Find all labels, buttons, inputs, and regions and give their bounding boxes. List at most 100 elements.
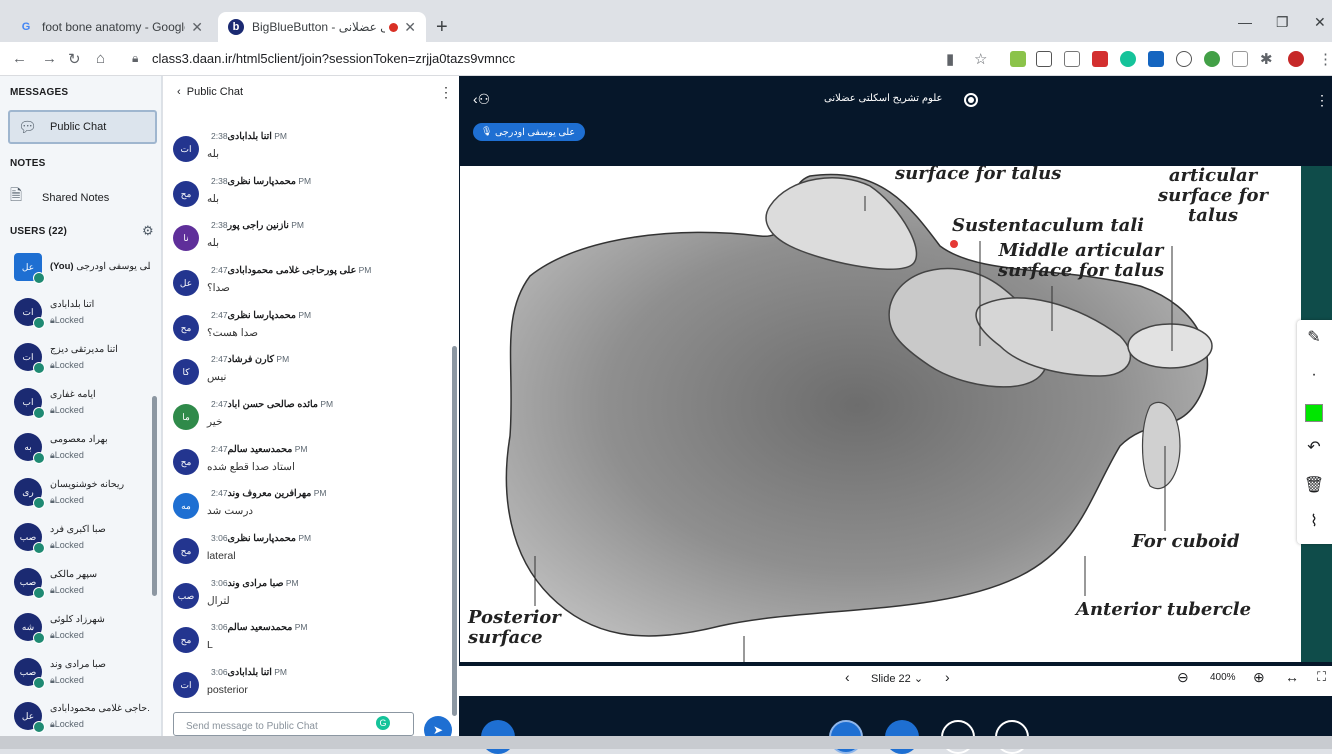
zoom-out-icon[interactable]: ⊖ [1177,669,1189,686]
slide-canvas[interactable]: surface for talus articular surface for … [460,166,1301,662]
pencil-icon[interactable]: ✎ [1303,326,1325,348]
message-sender: محمدپارسا نظری3:06 PM [211,533,312,544]
chat-icon: 💬︎ [18,119,38,136]
user-name: بهراد معصومی [50,434,108,445]
close-window-icon[interactable]: ✕ [1314,14,1326,31]
browser-menu-icon[interactable]: ⋮ [1318,50,1332,68]
notes-heading: NOTES [10,158,46,169]
zoom-level: 400% [1210,672,1236,683]
avatar: صب [14,658,45,689]
calcaneus-bone-illustration [505,173,1213,662]
chat-scrollbar[interactable] [452,346,457,716]
profile-avatar[interactable] [1288,51,1304,67]
user-name: سپهر مالکی [50,569,98,580]
tab-google-search[interactable]: G foot bone anatomy - Google Search ✕ [8,12,213,42]
locked-status: 🔒︎Locked [50,540,84,550]
message-sender: محمدپارسا نظری2:38 PM [211,176,312,187]
grammarly-icon[interactable]: G [376,716,390,730]
chat-options-icon[interactable]: ⋮ [439,84,453,101]
extension-icon[interactable] [1232,51,1248,67]
message-text: استاد صدا قطع شده [207,461,295,473]
extension-icon[interactable] [1204,51,1220,67]
close-tab-icon[interactable]: ✕ [191,19,203,36]
user-list-item[interactable]: صب صبا مرادی وند 🔒︎Locked [14,656,154,692]
chat-message: مح محمدسعید سالم2:47 PM استاد صدا قطع شد… [173,444,443,493]
puzzle-icon[interactable]: ✱ [1260,50,1273,68]
thickness-dot-icon[interactable]: · [1303,364,1325,386]
lock-icon: 🔒︎ [132,51,139,65]
user-list-item[interactable]: صب سپهر مالکی 🔒︎Locked [14,566,154,602]
user-list-item[interactable]: اب ایامه غفاری 🔒︎Locked [14,386,154,422]
chat-message: ات اتنا بلدابادی3:06 PM posterior [173,667,443,716]
fullscreen-icon[interactable]: ⛶ [1317,669,1326,685]
minimize-icon[interactable]: — [1238,14,1252,30]
avatar: مح [173,627,199,653]
extension-icon[interactable] [1036,51,1052,67]
record-icon[interactable] [964,93,978,107]
extension-icon[interactable] [1176,51,1192,67]
undo-icon[interactable]: ↶ [1303,436,1325,458]
message-sender: محمدسعید سالم2:47 PM [211,444,308,455]
grammarly-icon[interactable] [1120,51,1136,67]
chat-back-button[interactable]: ‹ Public Chat [177,86,243,98]
extension-icon[interactable] [1064,51,1080,67]
zoom-in-icon[interactable]: ⊕ [1253,669,1265,686]
extension-icon[interactable] [1010,51,1026,67]
extension-icon[interactable] [1092,51,1108,67]
shared-notes-label: Shared Notes [42,191,110,204]
label-anterior-tubercle: Anterior tubercle [1076,599,1252,620]
avatar: عل [14,702,45,733]
sidebar-scrollbar[interactable] [152,396,157,596]
url-field[interactable]: class3.daan.ir/html5client/join?sessionT… [152,51,515,66]
user-list-item[interactable]: به بهراد معصومی 🔒︎Locked [14,431,154,467]
chat-message: ما مائده صالحی حسن اباد2:47 PM خیر [173,399,443,448]
toggle-userlist-icon[interactable]: ‹⚇ [473,91,490,108]
extension-icon[interactable] [1148,51,1164,67]
message-sender: محمدسعید سالم3:06 PM [211,622,308,633]
color-picker-swatch[interactable] [1305,404,1323,422]
chat-message: نا نازنین راجی پور2:38 PM بله [173,220,443,269]
public-chat-item[interactable]: 💬︎ Public Chat [8,110,157,144]
trash-icon[interactable]: 🗑︎ [1303,474,1325,496]
user-list-item[interactable]: عل حاجی غلامی محمودابادی... 🔒︎Locked [14,700,154,736]
camera-icon[interactable]: ▮ [946,50,954,68]
recording-dot-icon [389,22,399,32]
avatar: کا [173,359,199,385]
previous-slide-icon[interactable]: ‹ [845,669,850,685]
bookmark-star-icon[interactable]: ☆ [974,50,987,68]
options-menu-icon[interactable]: ⋮ [1315,92,1329,109]
user-name: شهرزاد کلوئی [50,614,105,625]
maximize-icon[interactable]: ❐ [1276,14,1289,31]
slide-selector[interactable]: Slide 22 ⌄ [871,672,923,685]
message-sender: نازنین راجی پور2:38 PM [211,220,304,231]
avatar: ری [14,478,45,509]
next-slide-icon[interactable]: › [945,669,950,685]
new-tab-icon[interactable]: + [436,16,448,39]
user-list-item[interactable]: ات اتنا بلدابادی 🔒︎Locked [14,296,154,332]
avatar: مه [173,493,199,519]
message-text: صدا هست؟ [207,327,259,339]
annotation-toolbar: ✎ · ↶ 🗑︎ ⌇ [1297,320,1332,544]
user-list-item[interactable]: ات اتنا مدیرتقی دیزج 🔒︎Locked [14,341,154,377]
message-text: درست شد [207,505,254,517]
avatar: مح [173,315,199,341]
close-tab-icon[interactable]: ✕ [404,19,416,36]
reload-icon[interactable]: ↻ [68,50,81,68]
forward-arrow-icon[interactable]: → [42,50,57,67]
public-chat-label: Public Chat [50,121,107,133]
tab-bigbluebutton[interactable]: b BigBlueButton - علوم تشریح اسکلتی عضلا… [218,12,426,42]
chat-message: ات اتنا بلدابادی2:38 PM بله [173,131,443,180]
message-text: L [207,639,213,651]
multi-user-whiteboard-icon[interactable]: ⌇ [1303,510,1325,532]
user-list-item[interactable]: عل (You) علی یوسفی اودرجی [14,251,154,287]
user-list-item[interactable]: صب صبا اکبری فرد 🔒︎Locked [14,521,154,557]
user-list-item[interactable]: ری ریحانه خوشنویسان 🔒︎Locked [14,476,154,512]
home-icon[interactable]: ⌂ [96,50,105,67]
user-list-item[interactable]: شه شهرزاد کلوئی 🔒︎Locked [14,611,154,647]
shared-notes-item[interactable]: 🗎 Shared Notes [10,185,109,210]
label-surface-for-talus: surface for talus [895,166,1062,184]
fit-width-icon[interactable]: ↔ [1285,669,1299,685]
back-arrow-icon[interactable]: ← [12,50,27,67]
gear-icon[interactable]: ⚙ [142,223,154,239]
avatar: ما [173,404,199,430]
